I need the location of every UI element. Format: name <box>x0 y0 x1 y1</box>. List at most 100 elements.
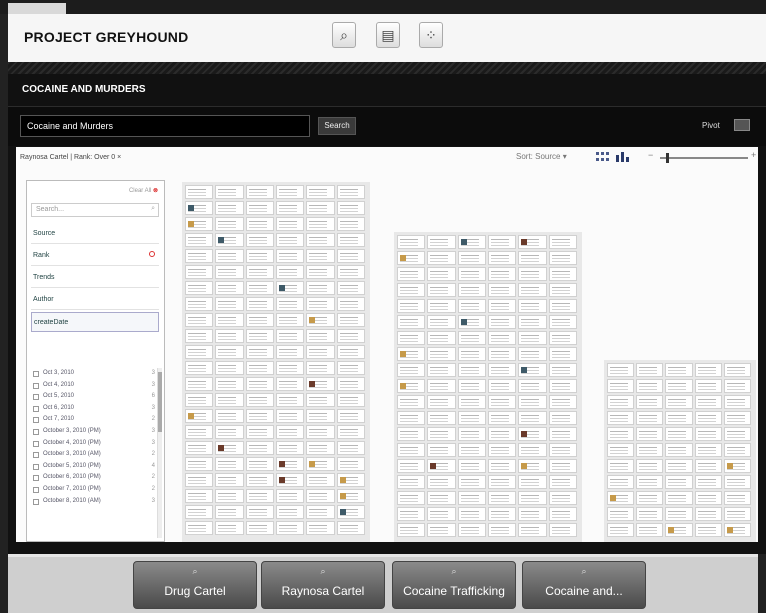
result-card[interactable] <box>215 377 244 391</box>
result-card[interactable] <box>336 505 365 519</box>
result-card[interactable] <box>427 331 456 345</box>
result-card[interactable] <box>518 507 547 521</box>
result-card[interactable] <box>336 457 365 471</box>
zoom-slider-handle[interactable] <box>666 153 669 163</box>
result-card[interactable] <box>488 299 517 313</box>
result-card[interactable] <box>276 281 305 295</box>
result-card[interactable] <box>306 185 335 199</box>
result-card[interactable] <box>185 441 214 455</box>
result-card[interactable] <box>636 491 664 505</box>
result-card[interactable] <box>245 377 274 391</box>
date-facet-item[interactable]: October 3, 2010 (PM) 3 <box>31 426 155 438</box>
result-card[interactable] <box>488 331 517 345</box>
result-card[interactable] <box>185 329 214 343</box>
result-card[interactable] <box>457 443 486 457</box>
result-card[interactable] <box>336 265 365 279</box>
result-card[interactable] <box>518 283 547 297</box>
result-card[interactable] <box>336 441 365 455</box>
result-card[interactable] <box>607 443 635 457</box>
result-card[interactable] <box>397 427 426 441</box>
result-card[interactable] <box>245 233 274 247</box>
result-card[interactable] <box>185 185 214 199</box>
result-card[interactable] <box>397 475 426 489</box>
result-card[interactable] <box>636 459 664 473</box>
result-card[interactable] <box>336 473 365 487</box>
result-card[interactable] <box>457 331 486 345</box>
result-card[interactable] <box>306 425 335 439</box>
grid-view-icon[interactable] <box>596 152 610 162</box>
result-card[interactable] <box>276 201 305 215</box>
result-card[interactable] <box>215 441 244 455</box>
result-card[interactable] <box>185 425 214 439</box>
result-card[interactable] <box>215 313 244 327</box>
result-card[interactable] <box>723 443 751 457</box>
result-card[interactable] <box>548 523 577 537</box>
result-card[interactable] <box>397 363 426 377</box>
result-card[interactable] <box>548 395 577 409</box>
result-card[interactable] <box>665 475 693 489</box>
result-card[interactable] <box>276 393 305 407</box>
result-card[interactable] <box>336 393 365 407</box>
result-card[interactable] <box>694 379 722 393</box>
facet-author[interactable]: Author <box>31 290 159 310</box>
result-card[interactable] <box>215 409 244 423</box>
checkbox[interactable] <box>33 498 39 505</box>
result-card[interactable] <box>518 491 547 505</box>
result-card[interactable] <box>245 441 274 455</box>
result-card[interactable] <box>636 427 664 441</box>
result-card[interactable] <box>245 329 274 343</box>
result-card[interactable] <box>457 427 486 441</box>
result-card[interactable] <box>215 185 244 199</box>
result-card[interactable] <box>665 379 693 393</box>
result-card[interactable] <box>607 427 635 441</box>
facet-source[interactable]: Source <box>31 224 159 244</box>
checkbox[interactable] <box>33 428 39 435</box>
result-card[interactable] <box>306 361 335 375</box>
result-card[interactable] <box>694 411 722 425</box>
result-card[interactable] <box>306 505 335 519</box>
facet-trends[interactable]: Trends <box>31 268 159 288</box>
result-card[interactable] <box>636 507 664 521</box>
result-card[interactable] <box>548 491 577 505</box>
date-facet-item[interactable]: Oct 3, 2010 3 <box>31 368 155 380</box>
result-card[interactable] <box>607 459 635 473</box>
result-card[interactable] <box>397 395 426 409</box>
result-card[interactable] <box>245 265 274 279</box>
result-card[interactable] <box>336 409 365 423</box>
date-facet-item[interactable]: October 5, 2010 (PM) 4 <box>31 461 155 473</box>
result-card[interactable] <box>427 251 456 265</box>
checkbox[interactable] <box>33 417 39 424</box>
result-card[interactable] <box>488 443 517 457</box>
result-card[interactable] <box>306 249 335 263</box>
network-button[interactable]: ⁘ <box>419 22 443 48</box>
result-card[interactable] <box>276 489 305 503</box>
result-card[interactable] <box>215 345 244 359</box>
result-card[interactable] <box>457 395 486 409</box>
result-card[interactable] <box>548 347 577 361</box>
tab-drug-cartel[interactable]: ⌕ Drug Cartel <box>133 561 257 609</box>
result-card[interactable] <box>457 507 486 521</box>
result-card[interactable] <box>427 379 456 393</box>
result-card[interactable] <box>694 459 722 473</box>
result-card[interactable] <box>276 185 305 199</box>
result-card[interactable] <box>306 393 335 407</box>
result-card[interactable] <box>185 297 214 311</box>
result-card[interactable] <box>245 393 274 407</box>
result-card[interactable] <box>215 361 244 375</box>
result-card[interactable] <box>694 427 722 441</box>
result-card[interactable] <box>185 201 214 215</box>
result-card[interactable] <box>723 507 751 521</box>
result-card[interactable] <box>665 427 693 441</box>
result-card[interactable] <box>427 315 456 329</box>
result-card[interactable] <box>607 523 635 537</box>
result-card[interactable] <box>723 411 751 425</box>
result-card[interactable] <box>397 283 426 297</box>
result-card[interactable] <box>665 443 693 457</box>
result-card[interactable] <box>488 507 517 521</box>
sort-dropdown[interactable]: Sort: Source ▾ <box>516 152 567 161</box>
result-card[interactable] <box>518 395 547 409</box>
result-card[interactable] <box>723 379 751 393</box>
result-card[interactable] <box>518 427 547 441</box>
checkbox[interactable] <box>33 371 39 377</box>
result-card[interactable] <box>245 185 274 199</box>
